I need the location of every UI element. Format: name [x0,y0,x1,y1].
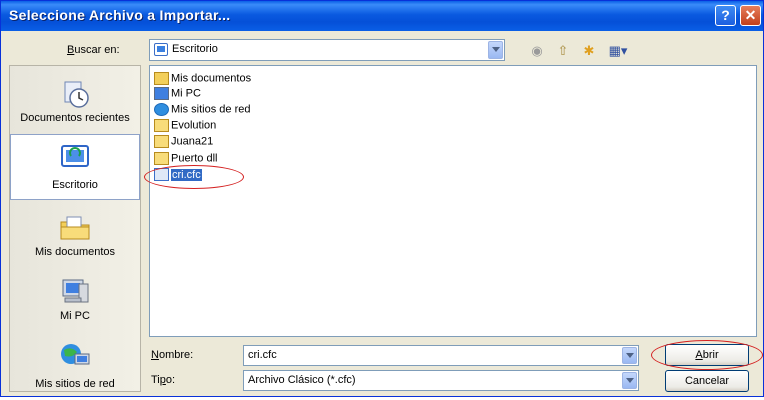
desktop-icon [61,145,89,167]
place-label: Mi PC [60,310,90,322]
file-open-dialog: Seleccione Archivo a Importar... ? ✕ Bus… [0,0,764,397]
close-button[interactable]: ✕ [740,5,761,26]
place-my-computer[interactable]: Mi PC [10,270,140,336]
cancel-button[interactable]: Cancelar [665,370,749,392]
recent-documents-icon [64,81,89,108]
place-label: Mis sitios de red [35,378,115,390]
filename-value: cri.cfc [248,349,277,361]
list-item[interactable]: Mis sitios de red [154,103,250,118]
chevron-down-icon[interactable] [488,41,503,59]
network-places-icon [61,344,90,365]
chevron-down-icon[interactable] [622,347,637,364]
place-my-documents[interactable]: Mis documentos [10,206,140,272]
my-computer-icon [154,87,169,100]
close-icon: ✕ [744,7,757,23]
list-item[interactable]: Evolution [154,119,216,134]
my-documents-icon [60,216,90,240]
filename-label: Nombre: [151,349,194,361]
place-label: Escritorio [52,179,98,191]
place-recent-documents[interactable]: Documentos recientes [10,72,140,138]
filename-field[interactable]: cri.cfc [243,345,639,366]
list-item[interactable]: Mis documentos [154,72,251,87]
folder-icon [154,135,169,148]
filetype-label: Tipo: [151,374,176,386]
lookin-combo[interactable]: Escritorio [149,39,505,61]
title-bar[interactable]: Seleccione Archivo a Importar... ? ✕ [1,1,763,31]
place-network[interactable]: Mis sitios de red [10,334,140,400]
back-icon[interactable]: ◉ [527,41,547,61]
help-button[interactable]: ? [715,5,736,26]
desktop-icon [154,43,168,56]
my-documents-icon [154,72,169,85]
up-folder-icon[interactable]: ⇧ [553,41,573,61]
help-icon: ? [721,7,730,23]
network-places-icon [154,103,169,116]
filetype-value: Archivo Clásico (*.cfc) [248,374,356,386]
folder-icon [154,119,169,132]
filetype-select[interactable]: Archivo Clásico (*.cfc) [243,370,639,391]
file-list[interactable]: Mis documentos Mi PC Mis sitios de red E… [149,65,757,337]
annotation-circle [651,340,763,370]
place-label: Mis documentos [34,246,116,258]
view-menu-icon[interactable]: ▦▾ [605,41,631,61]
place-label: Documentos recientes [20,112,130,124]
lookin-label: Buscar en: [67,44,120,56]
window-title: Seleccione Archivo a Importar... [9,7,231,23]
place-desktop[interactable]: Escritorio [10,134,140,200]
new-folder-icon[interactable]: ✱ [579,41,599,61]
my-computer-icon [62,279,89,303]
places-bar: Documentos recientes Escritorio Mis docu… [9,65,141,392]
list-item[interactable]: Juana21 [154,135,213,150]
list-item[interactable]: Mi PC [154,87,201,102]
annotation-circle [144,165,244,189]
lookin-value: Escritorio [172,43,218,55]
chevron-down-icon[interactable] [622,372,637,389]
folder-icon [154,152,169,165]
